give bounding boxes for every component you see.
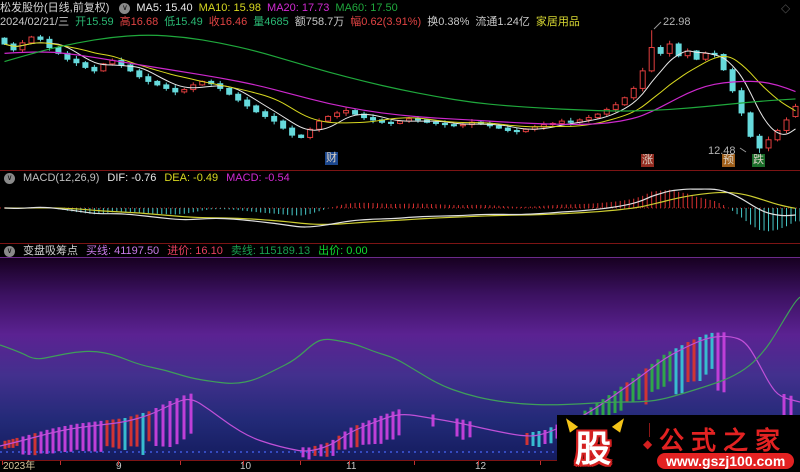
exit-price: 出价: 0.00 bbox=[318, 245, 368, 257]
logo-site-name: 公式之家 bbox=[659, 421, 787, 457]
logo-diamond-icon: ◆ bbox=[643, 437, 652, 451]
axis-tick bbox=[414, 461, 415, 465]
axis-tick bbox=[478, 461, 479, 465]
axis-tick bbox=[180, 461, 181, 465]
axis-tick bbox=[2, 461, 3, 465]
watermark-badge: 跌 bbox=[752, 154, 765, 167]
axis-tick bbox=[349, 461, 350, 465]
sell-line-value: 卖线: 115189.13 bbox=[231, 245, 310, 257]
macd-header: ∨ MACD(12,26,9) DIF: -0.76 DEA: -0.49 MACD: … bbox=[0, 172, 800, 185]
watermark-badge: 预 bbox=[722, 154, 735, 167]
watermark-logo: 股 ◆ 公式之家 www.gszj100.com bbox=[557, 415, 800, 472]
high-label: 22.98 bbox=[663, 16, 691, 28]
logo-stock-character: 股 bbox=[575, 420, 611, 472]
indicator-title: 变盘吸筹点 bbox=[23, 245, 78, 257]
chart-canvas[interactable] bbox=[0, 0, 800, 472]
watermark-badge: 财 bbox=[325, 152, 338, 165]
dif-value: DIF: -0.76 bbox=[107, 172, 156, 184]
trading-app-window: 松发股份(日线,前复权)∨MA5: 15.40MA10: 15.98MA20: … bbox=[0, 0, 800, 472]
dea-value: DEA: -0.49 bbox=[164, 172, 218, 184]
buy-line-value: 买线: 41197.50 bbox=[86, 245, 159, 257]
axis-month-label: 12 bbox=[475, 461, 486, 472]
corner-diamond-icon[interactable]: ◇ bbox=[781, 1, 790, 15]
axis-month-label: 10 bbox=[240, 461, 251, 472]
axis-tick bbox=[118, 461, 119, 465]
logo-divider bbox=[649, 423, 650, 437]
axis-tick bbox=[300, 461, 301, 465]
axis-year-label: 2023年 bbox=[3, 461, 35, 472]
indicator-header: ∨ 变盘吸筹点买线: 41197.50 进价: 16.10 卖线: 115189.13… bbox=[0, 245, 800, 258]
axis-tick bbox=[60, 461, 61, 465]
macd-title: MACD(12,26,9) bbox=[23, 172, 99, 184]
bull-horn-icon bbox=[612, 415, 628, 432]
collapse-chevron-icon[interactable]: ∨ bbox=[4, 173, 15, 184]
axis-tick bbox=[243, 461, 244, 465]
axis-tick bbox=[540, 461, 541, 465]
macd-value: MACD: -0.54 bbox=[226, 172, 290, 184]
collapse-chevron-icon[interactable]: ∨ bbox=[4, 246, 15, 257]
watermark-badge: 涨 bbox=[641, 154, 654, 167]
entry-price: 进价: 16.10 bbox=[167, 245, 223, 257]
logo-site-url: www.gszj100.com bbox=[657, 453, 794, 469]
axis-month-label: 11 bbox=[346, 461, 356, 472]
